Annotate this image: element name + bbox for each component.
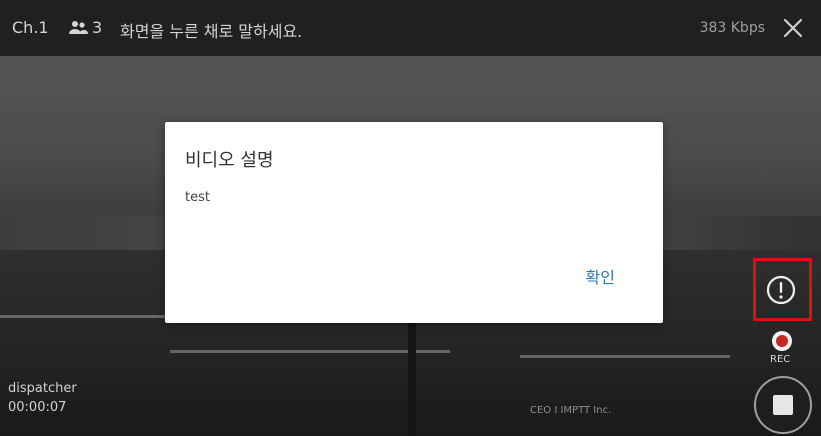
- stop-icon[interactable]: [752, 374, 814, 436]
- dialog-title: 비디오 설명: [185, 150, 274, 171]
- speaker-name: dispatcher: [8, 381, 77, 396]
- top-bar: Ch.1 3 화면을 누른 채로 말하세요. 383 Kbps: [0, 0, 821, 56]
- ok-button[interactable]: 확인: [586, 264, 615, 288]
- record-icon[interactable]: [771, 330, 793, 352]
- close-icon[interactable]: [779, 14, 807, 42]
- record-label: REC: [770, 354, 791, 365]
- info-icon[interactable]: [765, 274, 797, 306]
- bitrate-label: 383 Kbps: [699, 20, 765, 36]
- push-to-talk-hint: 화면을 누른 채로 말하세요.: [120, 22, 303, 41]
- video-description-dialog: 비디오 설명 test 확인: [165, 122, 663, 323]
- user-count: 3: [92, 18, 103, 37]
- call-timer: 00:00:07: [8, 400, 67, 415]
- channel-label: Ch.1: [12, 18, 49, 37]
- dialog-message: test: [185, 190, 210, 205]
- users-icon: [69, 21, 88, 34]
